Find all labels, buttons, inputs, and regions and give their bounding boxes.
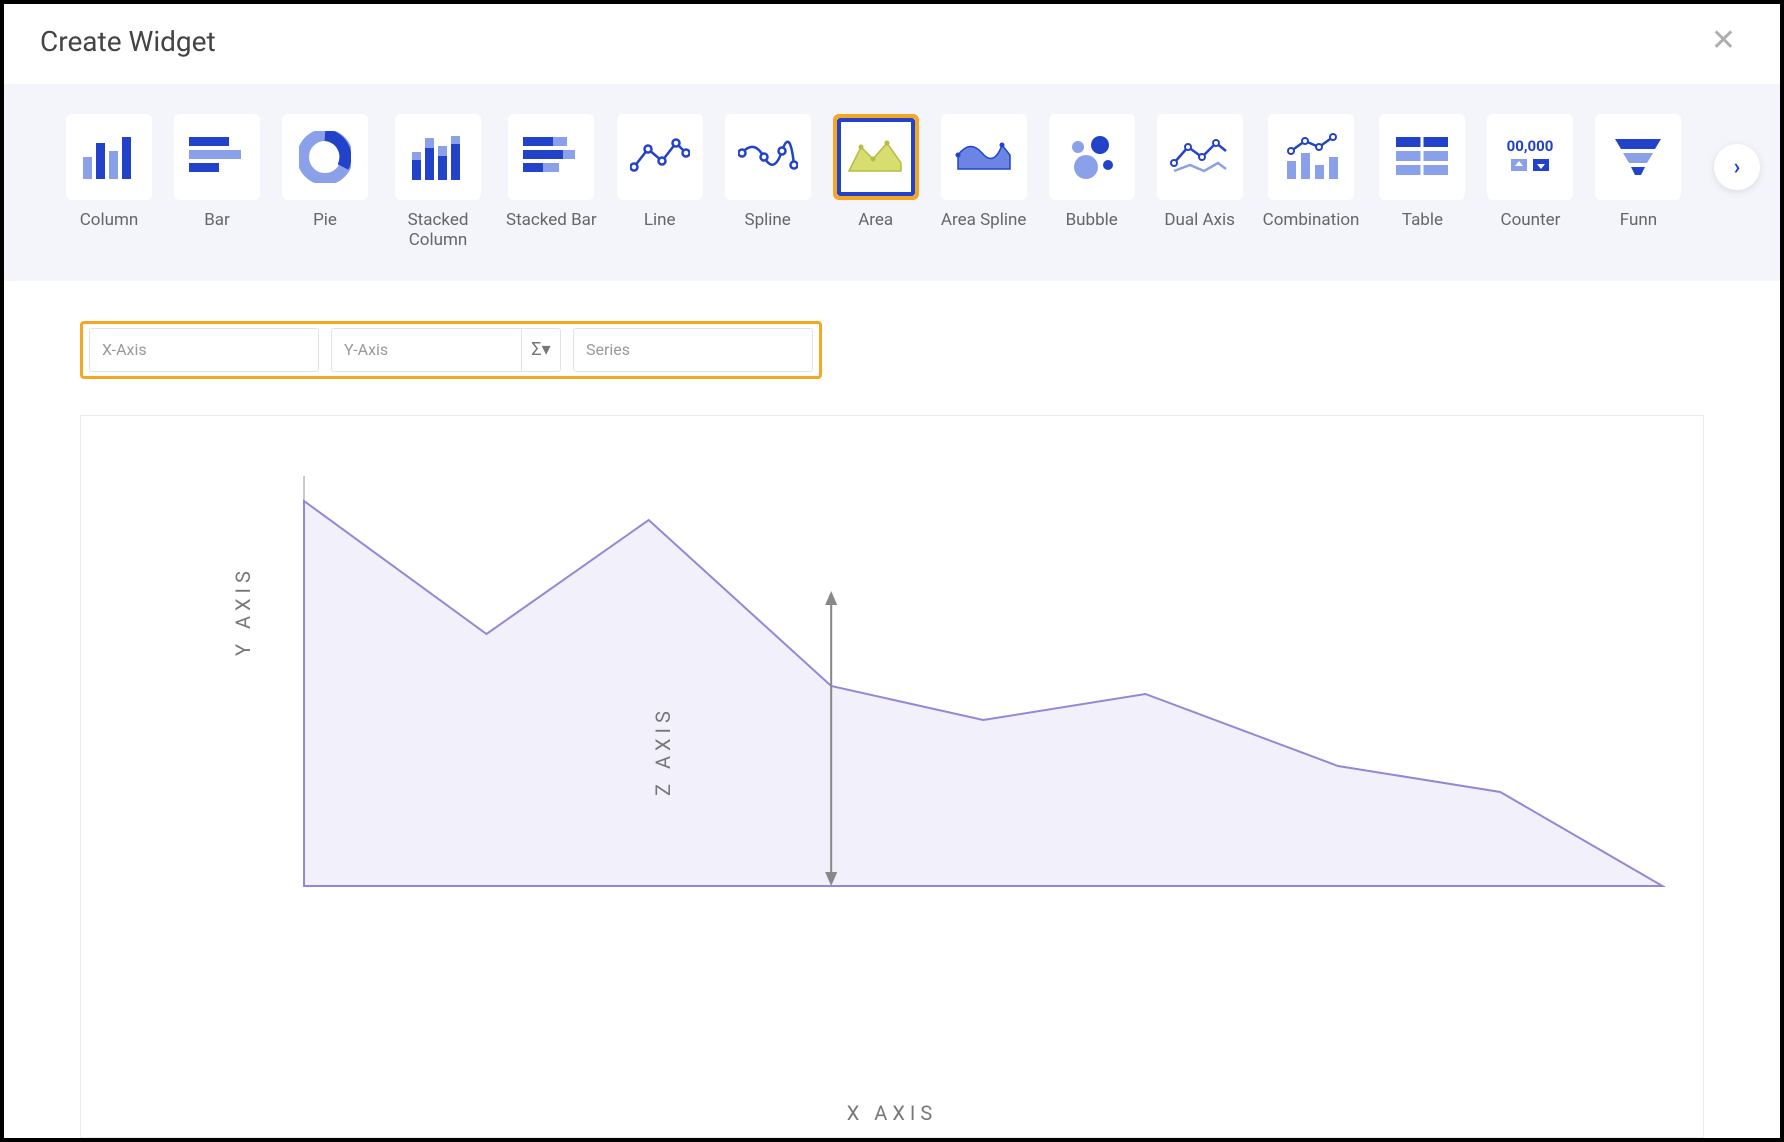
stacked-column-icon (410, 134, 466, 180)
x-axis-label: X AXIS (847, 1101, 937, 1125)
chart-type-area-spline[interactable]: Area Spline (939, 114, 1029, 251)
area-spline-icon (954, 135, 1014, 179)
chart-type-label: Counter (1501, 210, 1561, 230)
chart-type-bubble[interactable]: Bubble (1047, 114, 1137, 251)
chart-type-funnel[interactable]: Funn (1593, 114, 1683, 251)
bar-chart-icon (189, 135, 245, 179)
area-chart-preview-svg (81, 416, 1703, 936)
chart-type-table[interactable]: Table (1377, 114, 1467, 251)
dialog-header: Create Widget ✕ (4, 4, 1780, 84)
dialog-title: Create Widget (40, 25, 216, 58)
chart-type-dual-axis[interactable]: Dual Axis (1155, 114, 1245, 251)
z-axis-label: Z AXIS (651, 706, 675, 796)
close-button[interactable]: ✕ (1703, 22, 1744, 60)
scroll-right-button[interactable]: › (1714, 144, 1760, 190)
chart-type-label: Stacked Bar (506, 210, 597, 230)
chart-type-label: Funn (1620, 210, 1657, 230)
x-axis-input[interactable]: X-Axis (89, 328, 319, 372)
chart-type-label: Column (80, 210, 139, 230)
table-icon (1396, 137, 1448, 177)
chart-type-counter[interactable]: 00,000 Counter (1485, 114, 1575, 251)
chart-type-area[interactable]: Area (831, 114, 921, 251)
bubble-chart-icon (1064, 133, 1120, 181)
spline-chart-icon (738, 135, 798, 179)
chart-type-label: Pie (313, 210, 337, 230)
chart-type-column[interactable]: Column (64, 114, 154, 251)
line-chart-icon (630, 135, 690, 179)
aggregation-dropdown[interactable]: Σ▾ (521, 328, 561, 372)
chart-type-spline[interactable]: Spline (723, 114, 813, 251)
axis-config-row: X-Axis Y-Axis Σ▾ Series (4, 281, 1780, 395)
stacked-bar-icon (523, 135, 579, 179)
chart-type-label: Line (644, 210, 676, 230)
dual-axis-icon (1170, 135, 1230, 179)
chart-type-label: Area (858, 210, 893, 230)
chart-type-stacked-column[interactable]: Stacked Column (388, 114, 488, 251)
chart-type-pie[interactable]: Pie (280, 114, 370, 251)
chart-type-label: Table (1402, 210, 1443, 230)
chart-type-label: Stacked Column (388, 210, 488, 251)
chart-type-combination[interactable]: Combination (1263, 114, 1360, 251)
chart-type-stacked-bar[interactable]: Stacked Bar (506, 114, 597, 251)
chart-type-label: Spline (745, 210, 791, 230)
y-axis-input-group: Y-Axis Σ▾ (331, 328, 561, 372)
chart-preview: Y AXIS Z AXIS X AXIS (80, 415, 1704, 1138)
funnel-icon (1613, 135, 1663, 179)
close-icon: ✕ (1711, 23, 1736, 58)
pie-chart-icon (299, 131, 351, 183)
chart-type-line[interactable]: Line (615, 114, 705, 251)
chart-type-bar[interactable]: Bar (172, 114, 262, 251)
column-chart-icon (81, 135, 137, 179)
combination-chart-icon (1283, 133, 1339, 181)
counter-icon: 00,000 (1501, 135, 1559, 179)
series-input[interactable]: Series (573, 328, 813, 372)
chart-type-label: Bubble (1066, 210, 1118, 230)
chart-type-selector: Column Bar (4, 84, 1780, 281)
chart-type-label: Dual Axis (1164, 210, 1235, 230)
svg-text:00,000: 00,000 (1507, 137, 1554, 155)
chart-type-label: Combination (1263, 210, 1360, 230)
chart-type-label: Bar (204, 210, 230, 230)
area-chart-icon (847, 137, 905, 177)
chart-type-label: Area Spline (941, 210, 1026, 230)
chevron-right-icon: › (1734, 155, 1741, 180)
y-axis-label: Y AXIS (231, 566, 255, 656)
axis-config-highlight: X-Axis Y-Axis Σ▾ Series (80, 321, 822, 379)
create-widget-dialog: Create Widget ✕ Column (0, 0, 1784, 1142)
y-axis-input[interactable]: Y-Axis (331, 328, 521, 372)
chart-type-list: Column Bar (64, 114, 1760, 251)
